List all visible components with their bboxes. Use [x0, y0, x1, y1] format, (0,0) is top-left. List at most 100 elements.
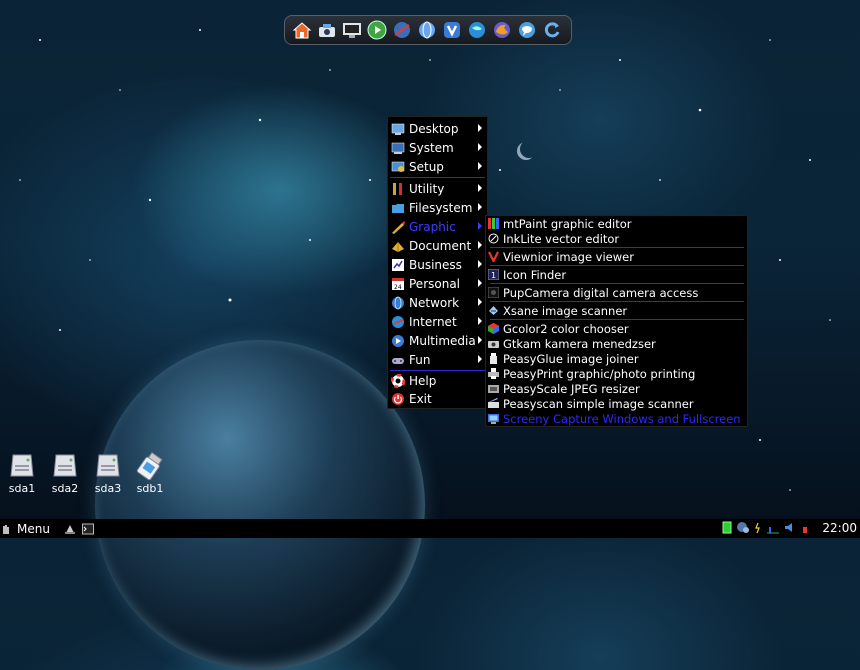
clock[interactable]: 22:00	[822, 521, 857, 535]
submenu-item-viewnior[interactable]: Viewnior image viewer	[486, 249, 745, 264]
submenu-item-label: PeasyPrint graphic/photo printing	[503, 366, 696, 381]
menu-item-exit[interactable]: Exit	[388, 389, 485, 408]
desktop-drive-sdb1[interactable]: sdb1	[131, 452, 169, 495]
planet-wallpaper	[95, 340, 425, 670]
inklite-icon	[488, 233, 499, 244]
menu-item-utility[interactable]: Utility	[388, 179, 485, 198]
graphic-submenu: mtPaint graphic editor InkLite vector ed…	[485, 215, 748, 427]
submenu-item-label: PeasyScale JPEG resizer	[503, 381, 640, 396]
menu-item-network[interactable]: Network	[388, 293, 485, 312]
menu-item-label: Multimedia	[409, 333, 476, 348]
menu-item-filesystem[interactable]: Filesystem	[388, 198, 485, 217]
viewnior-icon	[488, 251, 499, 262]
browser-icon[interactable]	[466, 19, 488, 41]
fun-icon	[391, 353, 405, 367]
submenu-item-label: Gcolor2 color chooser	[503, 321, 629, 336]
submenu-item-inklite[interactable]: InkLite vector editor	[486, 231, 745, 246]
menu-item-label: Fun	[409, 352, 431, 367]
menu-separator	[390, 177, 485, 178]
submenu-item-peasyglue[interactable]: PeasyGlue image joiner	[486, 351, 745, 366]
chat-icon[interactable]	[516, 19, 538, 41]
firefox-icon[interactable]	[491, 19, 513, 41]
network-icon[interactable]	[736, 521, 750, 537]
desktop-drive-sda1[interactable]: sda1	[3, 452, 41, 495]
peasyscale-icon	[488, 383, 499, 394]
submenu-arrow-icon	[478, 162, 482, 170]
submenu-item-pupcamera[interactable]: PupCamera digital camera access	[486, 285, 745, 300]
desktop-drive-sda3[interactable]: sda3	[89, 452, 127, 495]
home-icon[interactable]	[291, 19, 313, 41]
submenu-item-mtpaint[interactable]: mtPaint graphic editor	[486, 216, 745, 231]
refresh-icon[interactable]	[541, 19, 563, 41]
menu-item-document[interactable]: Document	[388, 236, 485, 255]
menu-item-business[interactable]: Business	[388, 255, 485, 274]
power-icon[interactable]	[754, 521, 762, 537]
menu-item-label: Exit	[409, 391, 432, 406]
menu-item-desktop[interactable]: Desktop	[388, 119, 485, 138]
drive-label: sdb1	[136, 482, 164, 495]
main-menu: Desktop System Setup Utility Filesystem …	[387, 116, 488, 409]
play-icon[interactable]	[366, 19, 388, 41]
cpu-icon[interactable]	[766, 521, 780, 537]
submenu-arrow-icon	[478, 260, 482, 268]
menu-item-system[interactable]: System	[388, 138, 485, 157]
monitor-icon[interactable]	[341, 19, 363, 41]
submenu-item-iconfinder[interactable]: 1 Icon Finder	[486, 267, 745, 282]
menu-item-label: Filesystem	[409, 200, 473, 215]
menu-item-multimedia[interactable]: Multimedia	[388, 331, 485, 350]
globe-icon[interactable]	[391, 19, 413, 41]
utility-icon	[391, 182, 405, 196]
submenu-arrow-icon	[478, 279, 482, 287]
submenu-arrow-icon	[478, 222, 482, 230]
submenu-arrow-icon	[478, 184, 482, 192]
menu-item-label: Personal	[409, 276, 461, 291]
gcolor2-icon	[488, 323, 499, 334]
update-icon[interactable]	[800, 521, 810, 537]
drive-label: sda1	[8, 482, 36, 495]
hard-drive-icon	[8, 452, 36, 480]
menu-item-fun[interactable]: Fun	[388, 350, 485, 369]
menu-item-setup[interactable]: Setup	[388, 157, 485, 176]
submenu-item-gcolor2[interactable]: Gcolor2 color chooser	[486, 321, 745, 336]
filesystem-icon	[391, 201, 405, 215]
menu-item-graphic[interactable]: Graphic	[388, 217, 485, 236]
menu-item-personal[interactable]: 24 Personal	[388, 274, 485, 293]
submenu-item-peasyprint[interactable]: PeasyPrint graphic/photo printing	[486, 366, 745, 381]
submenu-item-label: InkLite vector editor	[503, 231, 620, 246]
submenu-item-label: Peasyscan simple image scanner	[503, 396, 694, 411]
camera-icon[interactable]	[316, 19, 338, 41]
peasyprint-icon	[488, 368, 499, 379]
terminal-icon[interactable]	[81, 523, 94, 535]
start-menu-button[interactable]: Menu	[3, 522, 50, 536]
battery-icon[interactable]	[722, 521, 732, 537]
iconfinder-icon: 1	[488, 269, 499, 280]
menu-item-help[interactable]: Help	[388, 371, 485, 390]
web-icon[interactable]	[416, 19, 438, 41]
help-icon	[391, 373, 405, 388]
submenu-item-label: Viewnior image viewer	[503, 249, 634, 264]
personal-icon: 24	[391, 277, 405, 291]
desktop-drive-sda2[interactable]: sda2	[46, 452, 84, 495]
volume-icon[interactable]	[784, 521, 796, 537]
hard-drive-icon	[94, 452, 122, 480]
menu-item-label: Help	[409, 373, 437, 388]
network-icon	[391, 296, 405, 310]
menu-item-label: Graphic	[409, 219, 456, 234]
submenu-arrow-icon	[478, 336, 482, 344]
submenu-item-label: PeasyGlue image joiner	[503, 351, 639, 366]
desktop-icon	[391, 122, 405, 136]
show-desktop-icon[interactable]	[64, 523, 76, 535]
graphic-icon	[391, 220, 405, 234]
vivaldi-icon[interactable]	[441, 19, 463, 41]
menu-item-label: Setup	[409, 159, 444, 174]
submenu-item-gtkam[interactable]: Gtkam kamera menedzser	[486, 336, 745, 351]
submenu-item-peasyscan[interactable]: Peasyscan simple image scanner	[486, 396, 745, 411]
submenu-item-screeny[interactable]: Screeny Capture Windows and Fullscreen	[486, 411, 745, 426]
drive-label: sda2	[51, 482, 79, 495]
svg-text:24: 24	[394, 284, 402, 291]
submenu-item-xsane[interactable]: Xsane image scanner	[486, 303, 745, 318]
usb-drive-icon	[136, 452, 164, 481]
submenu-item-peasyscale[interactable]: PeasyScale JPEG resizer	[486, 381, 745, 396]
menu-item-internet[interactable]: Internet	[388, 312, 485, 331]
top-dock	[284, 15, 572, 45]
